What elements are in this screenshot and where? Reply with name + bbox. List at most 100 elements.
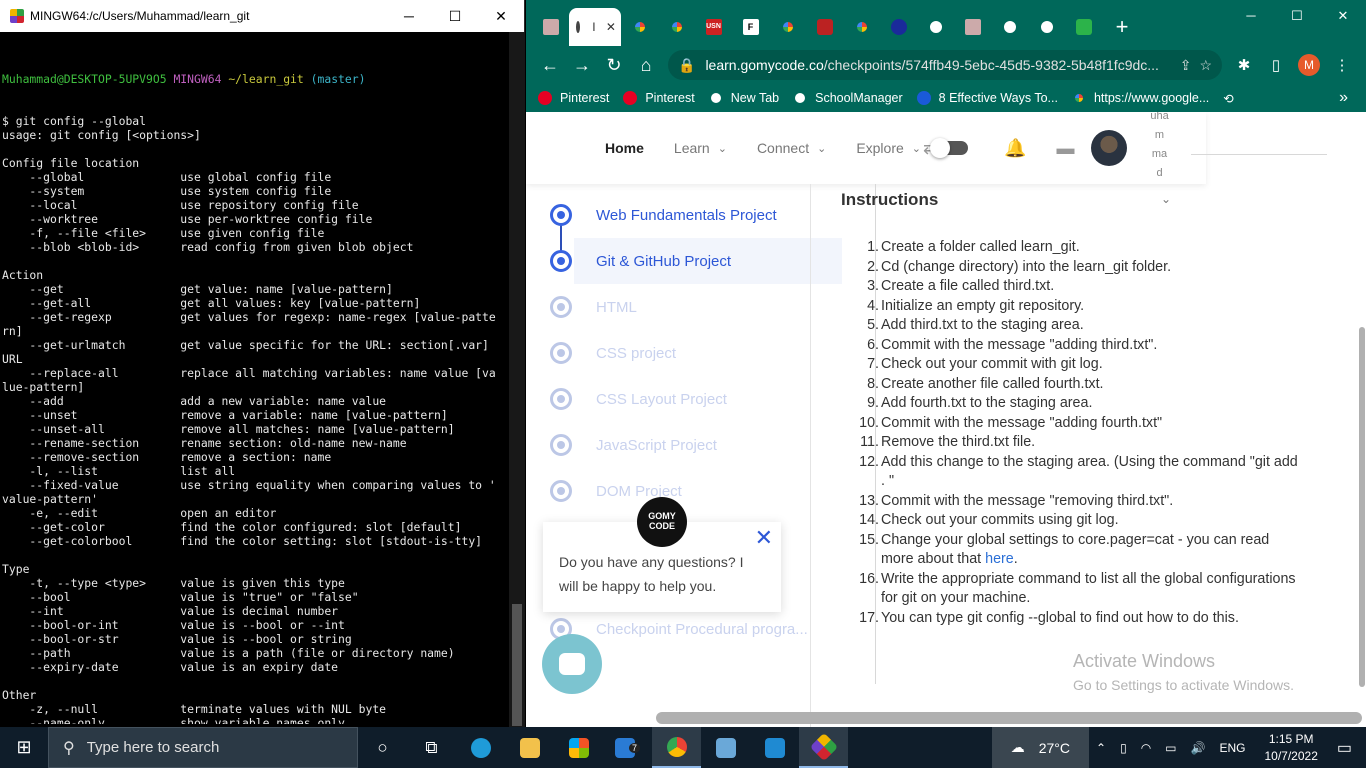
notifications-icon[interactable]: ▭ xyxy=(1337,738,1352,758)
photos-icon[interactable] xyxy=(701,727,750,768)
mail-icon[interactable]: 7 xyxy=(603,727,652,768)
scroll-thumb[interactable] xyxy=(1359,327,1365,687)
terminal-line: --expiry-date value is an expiry date xyxy=(2,660,339,674)
instruction-item: 8. Create another file called fourth.txt. xyxy=(849,375,1299,395)
tab[interactable] xyxy=(806,8,843,46)
browser-close-button[interactable]: ✕ xyxy=(1320,0,1366,32)
back-icon[interactable]: ← xyxy=(534,55,566,76)
terminal-scrollbar[interactable] xyxy=(509,32,525,727)
terminal-titlebar[interactable]: MINGW64:/c/Users/Muhammad/learn_git ─ ☐ … xyxy=(0,0,524,32)
step-item[interactable]: CSS project xyxy=(526,330,816,376)
chevron-down-icon[interactable]: ⌄ xyxy=(1161,192,1171,206)
volume-icon[interactable]: 🔊 xyxy=(1191,741,1206,755)
bookmark-item[interactable]: Pinterest xyxy=(623,91,695,105)
tab[interactable]: USN xyxy=(695,8,732,46)
chat-close-icon[interactable]: ✕ xyxy=(755,527,773,549)
tab[interactable] xyxy=(1065,8,1102,46)
tab[interactable]: F xyxy=(732,8,769,46)
tab[interactable] xyxy=(1028,8,1065,46)
tab[interactable] xyxy=(843,8,880,46)
side-panel-icon[interactable]: ▯ xyxy=(1260,56,1292,74)
bookmark-item[interactable]: Pinterest xyxy=(538,91,609,105)
browser-window[interactable]: I ✕ USN F + ─ ☐ ✕ ← → ↻ ⌂ 🔒 learn.gomyco… xyxy=(526,0,1366,727)
step-item-active[interactable]: Git & GitHub Project xyxy=(550,238,842,284)
terminal-scroll-thumb[interactable] xyxy=(512,604,522,726)
tab[interactable] xyxy=(991,8,1028,46)
nav-learn[interactable]: Learn ⌄ xyxy=(674,140,727,156)
terminal-minimize-button[interactable]: ─ xyxy=(386,0,432,32)
taskbar-search[interactable]: ⚲ Type here to search xyxy=(48,727,358,768)
share-icon[interactable]: ⇪ xyxy=(1180,57,1192,74)
new-tab-button[interactable]: + xyxy=(1102,8,1142,46)
bookmark-item[interactable]: 8 Effective Ways To... xyxy=(916,91,1058,105)
nav-explore[interactable]: Explore ⌄ xyxy=(856,140,921,156)
tab-active[interactable]: I ✕ xyxy=(569,8,621,46)
nav-connect[interactable]: Connect ⌄ xyxy=(757,140,826,156)
tab[interactable] xyxy=(532,8,569,46)
step-item[interactable]: JavaScript Project xyxy=(526,422,816,468)
clock[interactable]: 1:15 PM 10/7/2022 xyxy=(1264,731,1317,765)
forward-icon[interactable]: → xyxy=(566,55,598,76)
step-item[interactable]: CSS Layout Project xyxy=(526,376,816,422)
lock-icon[interactable]: 🔒 xyxy=(678,57,695,74)
theme-toggle[interactable] xyxy=(930,138,969,158)
instruction-link[interactable]: here xyxy=(985,551,1014,567)
browser-maximize-button[interactable]: ☐ xyxy=(1274,0,1320,32)
bookmark-item[interactable]: SchoolManager xyxy=(793,91,903,105)
home-icon[interactable]: ⌂ xyxy=(630,55,662,76)
battery-icon[interactable]: ▭ xyxy=(1165,741,1176,755)
address-bar[interactable]: 🔒 learn.gomycode.co/checkpoints/574ffb49… xyxy=(668,50,1222,80)
web-page[interactable]: Home Learn⌄ Connect⌄ Explore⌄ ⇄ 🔔 ▬ uha … xyxy=(526,112,1366,727)
weather-widget[interactable]: ☁ 27°C xyxy=(991,727,1090,768)
file-explorer-icon[interactable] xyxy=(505,727,554,768)
extensions-icon[interactable]: ✱ xyxy=(1228,56,1260,74)
messages-icon[interactable]: ▬ xyxy=(1057,138,1075,159)
bookmark-item[interactable]: https://www.google... xyxy=(1071,91,1209,105)
chrome-icon[interactable] xyxy=(652,727,701,768)
instruction-item: 11. Remove the third.txt file. xyxy=(849,433,1299,453)
store-icon[interactable] xyxy=(554,727,603,768)
user-name[interactable]: uha m ma d xyxy=(1147,112,1173,183)
usb-icon[interactable]: ▯ xyxy=(1120,741,1127,755)
tab[interactable] xyxy=(917,8,954,46)
bell-icon[interactable]: 🔔 xyxy=(1004,138,1026,159)
chat-launcher-button[interactable] xyxy=(542,634,602,694)
chevron-up-icon[interactable]: ⌃ xyxy=(1096,741,1106,755)
wifi-icon[interactable]: ◠ xyxy=(1141,741,1151,755)
edge-icon[interactable] xyxy=(456,727,505,768)
tab-close-button[interactable]: ✕ xyxy=(606,20,616,34)
step-item[interactable]: HTML xyxy=(526,284,816,330)
bookmark-item[interactable]: New Tab xyxy=(708,91,779,105)
user-avatar[interactable] xyxy=(1090,130,1127,166)
task-view-icon[interactable]: ⧉ xyxy=(407,727,456,768)
terminal-maximize-button[interactable]: ☐ xyxy=(432,0,478,32)
tab[interactable] xyxy=(658,8,695,46)
reload-icon[interactable]: ↻ xyxy=(598,55,630,76)
terminal-window[interactable]: MINGW64:/c/Users/Muhammad/learn_git ─ ☐ … xyxy=(0,0,525,727)
history-icon[interactable]: ⟲ xyxy=(1223,91,1233,106)
url-text[interactable]: learn.gomycode.co/checkpoints/574ffb49-5… xyxy=(705,57,1171,73)
terminal-output[interactable]: Muhammad@DESKTOP-5UPV9O5 MINGW64 ~/learn… xyxy=(2,44,508,724)
cortana-icon[interactable]: ○ xyxy=(358,727,407,768)
language-indicator[interactable]: ENG xyxy=(1219,741,1245,755)
instruction-number: 1. xyxy=(867,239,879,255)
windows-start-icon[interactable]: ⊞ xyxy=(0,737,48,758)
step-item[interactable]: Web Fundamentals Project xyxy=(526,192,816,238)
nav-home[interactable]: Home xyxy=(605,140,644,156)
bookmark-star-icon[interactable]: ☆ xyxy=(1199,57,1212,74)
tab[interactable] xyxy=(621,8,658,46)
tab[interactable] xyxy=(954,8,991,46)
horizontal-scrollbar[interactable] xyxy=(656,712,1362,724)
profile-avatar[interactable]: M xyxy=(1298,54,1320,76)
browser-minimize-button[interactable]: ─ xyxy=(1228,0,1274,32)
instruction-text: Commit with the message "adding fourth.t… xyxy=(881,414,1163,431)
tab[interactable] xyxy=(769,8,806,46)
terminal-close-button[interactable]: ✕ xyxy=(478,0,524,32)
user-name-line: m xyxy=(1154,129,1165,141)
menu-icon[interactable]: ⋮ xyxy=(1326,56,1358,74)
tab[interactable] xyxy=(880,8,917,46)
more-bookmarks-button[interactable]: » xyxy=(1339,89,1348,107)
vertical-scrollbar[interactable] xyxy=(1358,112,1366,727)
vscode-icon[interactable] xyxy=(750,727,799,768)
git-bash-icon[interactable] xyxy=(799,727,848,768)
